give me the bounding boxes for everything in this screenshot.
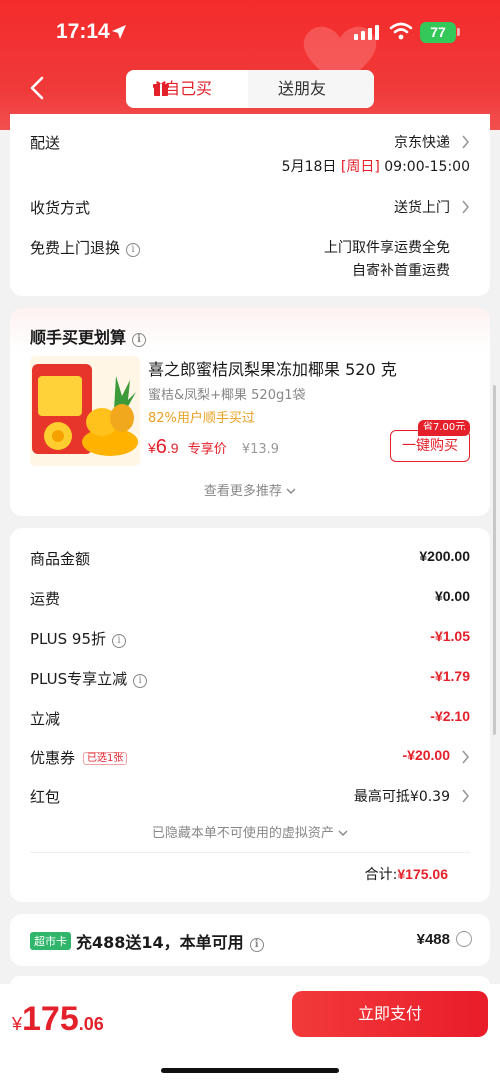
chevron-down-icon — [338, 830, 348, 836]
jelly-product-image — [32, 364, 138, 456]
summary-row-value: 最高可抵¥0.39 — [353, 789, 450, 805]
summary-row[interactable]: 优惠券 已选1张 -¥20.00 — [30, 747, 470, 769]
summary-row-label: PLUS 95折 i — [30, 628, 127, 649]
summary-row-label: 运费 — [30, 590, 61, 608]
payable-symbol: ¥ — [12, 1014, 23, 1034]
supermarket-card-price: ¥488 — [416, 931, 450, 948]
select-radio[interactable] — [456, 931, 472, 947]
price-symbol: ¥ — [148, 440, 156, 456]
info-icon[interactable]: i — [126, 243, 141, 257]
summary-row: 商品金额 ¥200.00 — [30, 548, 470, 570]
summary-row-label: 红包 — [30, 788, 61, 806]
delivery-weekday: [周日] — [340, 159, 380, 175]
receive-method-value: 送货上门 — [394, 200, 450, 216]
supermarket-card-text: 充488送14，本单可用 i — [76, 929, 264, 953]
pay-now-button[interactable]: 立即支付 — [292, 991, 488, 1037]
delivery-card: 配送 京东快递 5月18日 [周日] 09:00-15:00 收货方式 送货上门… — [10, 114, 490, 296]
price-summary-card: 商品金额 ¥200.00 运费 ¥0.00 PLUS 95折 i -¥1.05 PLUS专享立… — [10, 528, 490, 902]
summary-row-value: -¥1.79 — [430, 668, 470, 684]
receive-method-label: 收货方式 — [30, 199, 91, 217]
price-tag: 专享价 — [187, 442, 227, 457]
chevron-right-icon — [462, 789, 470, 803]
free-return-label: 免费上门退换 i — [30, 237, 141, 258]
total-label: 合计: — [364, 867, 398, 883]
delivery-date: 5月18日 — [281, 159, 337, 175]
summary-row-value: ¥200.00 — [419, 548, 470, 564]
hidden-assets-toggle[interactable]: 已隐藏本单不可使用的虚拟资产 — [10, 822, 490, 841]
gift-icon — [153, 81, 169, 96]
delivery-row[interactable]: 配送 京东快递 5月18日 [周日] 09:00-15:00 — [30, 132, 470, 176]
chevron-down-icon — [286, 488, 296, 494]
order-total: 合计:¥175.06 — [365, 864, 448, 884]
more-recommendations-link[interactable]: 查看更多推荐 — [10, 480, 490, 499]
tab-buy-for-self[interactable]: 自己买 — [129, 73, 247, 105]
coupon-selected-badge: 已选1张 — [83, 752, 128, 765]
addon-product-name[interactable]: 喜之郎蜜桔凤梨果冻加椰果 520 克 — [148, 356, 397, 380]
addon-recommend-card: 顺手买更划算 i 喜之郎蜜桔凤梨果冻加椰果 520 克 蜜桔&凤梨+椰果 520g… — [10, 308, 490, 516]
addon-price: ¥6.9 专享价 ¥13.9 — [148, 436, 279, 459]
status-bar: 17:14 77 — [0, 0, 500, 62]
supermarket-card-offer[interactable]: 超市卡 充488送14，本单可用 i ¥488 — [10, 914, 490, 966]
price-dec: .9 — [166, 440, 179, 456]
summary-row-label: PLUS专享立减 i — [30, 668, 148, 689]
delivery-time-window: 09:00-15:00 — [384, 159, 470, 175]
summary-row: PLUS 95折 i -¥1.05 — [30, 628, 470, 650]
divider — [30, 852, 470, 853]
info-icon[interactable]: i — [132, 333, 147, 347]
summary-row-value: ¥0.00 — [434, 588, 470, 604]
free-return-row: 免费上门退换 i 上门取件享运费全免 自寄补首重运费 — [30, 237, 470, 281]
free-return-line1: 上门取件享运费全免 — [324, 240, 450, 256]
receive-method-row[interactable]: 收货方式 送货上门 — [30, 197, 470, 219]
home-indicator — [161, 1068, 339, 1073]
original-price: ¥13.9 — [241, 442, 280, 457]
one-click-buy-button[interactable]: 一键购买 — [390, 430, 470, 462]
payable-dec: .06 — [78, 1014, 104, 1034]
supermarket-card-badge: 超市卡 — [30, 932, 71, 950]
total-value: ¥175.06 — [397, 866, 448, 882]
addon-title: 顺手买更划算 i — [30, 324, 147, 348]
battery-nub — [457, 28, 460, 36]
chevron-right-icon — [462, 750, 470, 764]
addon-product-spec: 蜜桔&凤梨+椰果 520g1袋 — [148, 388, 306, 403]
summary-row-label: 优惠券 已选1张 — [30, 747, 128, 768]
addon-bought-rate: 82%用户顺手买过 — [148, 411, 255, 426]
free-return-line2: 自寄补首重运费 — [352, 263, 450, 279]
chevron-right-icon — [462, 200, 470, 214]
battery-indicator: 77 — [420, 22, 456, 43]
status-time: 17:14 — [56, 20, 110, 43]
summary-row: 立减 -¥2.10 — [30, 708, 470, 730]
cellular-signal-icon — [354, 25, 379, 40]
chevron-right-icon — [462, 135, 470, 149]
info-icon[interactable]: i — [133, 674, 148, 688]
back-arrow-icon[interactable] — [24, 74, 52, 102]
info-icon[interactable]: i — [112, 634, 127, 648]
info-icon[interactable]: i — [249, 938, 264, 952]
payable-int: 175 — [22, 1000, 79, 1038]
summary-row-label: 立减 — [30, 710, 61, 728]
payable-amount: ¥175.06 — [12, 1000, 104, 1039]
tab-send-to-friend[interactable]: 送朋友 — [248, 70, 374, 108]
summary-row-label: 商品金额 — [30, 550, 91, 568]
product-image[interactable] — [30, 356, 140, 466]
summary-row-value: -¥1.05 — [430, 628, 470, 644]
summary-row[interactable]: 红包 最高可抵¥0.39 — [30, 786, 470, 808]
scrollbar[interactable] — [493, 385, 496, 735]
delivery-label: 配送 — [30, 134, 61, 152]
summary-row: PLUS专享立减 i -¥1.79 — [30, 668, 470, 690]
summary-row: 运费 ¥0.00 — [30, 588, 470, 610]
delivery-carrier: 京东快递 — [394, 135, 450, 151]
summary-row-value: -¥2.10 — [430, 708, 470, 724]
summary-row-value: -¥20.00 — [402, 747, 450, 763]
wifi-icon — [389, 22, 413, 40]
delivery-time-slot: 5月18日 [周日] 09:00-15:00 — [282, 156, 470, 176]
location-arrow-icon — [112, 25, 126, 39]
price-int: 6 — [155, 436, 167, 458]
